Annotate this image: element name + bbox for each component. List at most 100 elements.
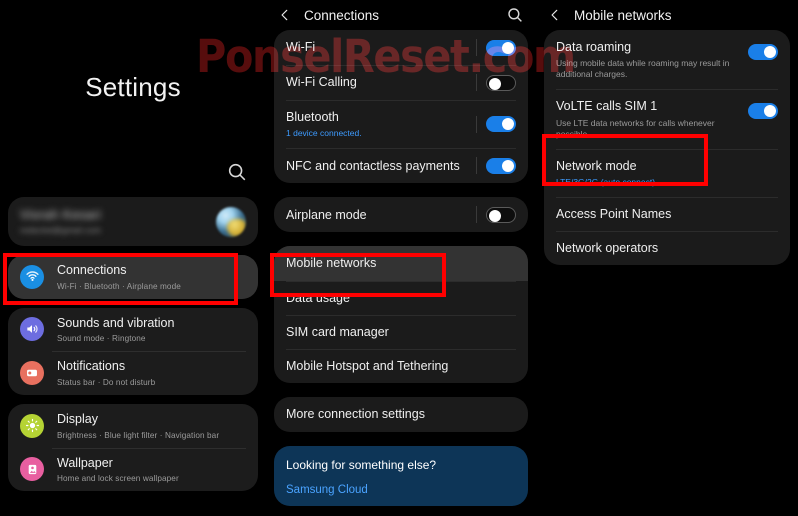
- list-item-bluetooth[interactable]: Bluetooth 1 device connected.: [274, 100, 528, 148]
- settings-group: Display Brightness · Blue light filter ·…: [8, 403, 258, 492]
- speaker-icon: [20, 317, 44, 342]
- search-icon[interactable]: [226, 161, 248, 183]
- connections-card-airplane: Airplane mode: [274, 197, 528, 233]
- list-item-label: Network mode LTE/3G/2G (auto connect): [556, 158, 778, 188]
- wifi-icon: [20, 264, 44, 289]
- list-item-title: Network operators: [556, 241, 659, 256]
- sidebar-item-text: Display Brightness · Blue light filter ·…: [57, 412, 246, 440]
- sidebar-item-connections[interactable]: Connections Wi-Fi · Bluetooth · Airplane…: [8, 255, 258, 299]
- list-item-volte-calls-sim-1[interactable]: VoLTE calls SIM 1 Use LTE data networks …: [544, 89, 790, 148]
- list-item-data-roaming[interactable]: Data roaming Using mobile data while roa…: [544, 30, 790, 89]
- list-item-label: Mobile networks: [286, 255, 516, 271]
- list-item-sim-card-manager[interactable]: SIM card manager: [274, 314, 528, 349]
- divider: [476, 157, 477, 175]
- list-item-label: SIM card manager: [286, 324, 516, 340]
- list-item-title: Data roaming: [556, 40, 632, 54]
- list-item-title: Mobile networks: [286, 256, 377, 271]
- sidebar-item-title: Display: [57, 411, 98, 426]
- promo-card[interactable]: Looking for something else? Samsung Clou…: [274, 445, 528, 506]
- sidebar-item-subtitle: Home and lock screen wallpaper: [57, 474, 179, 484]
- list-item-network-mode[interactable]: Network mode LTE/3G/2G (auto connect): [544, 148, 790, 197]
- list-item-label: Mobile Hotspot and Tethering: [286, 358, 516, 374]
- sidebar-item-subtitle: Brightness · Blue light filter · Navigat…: [57, 430, 220, 440]
- sidebar-item-text: Notifications Status bar · Do not distur…: [57, 359, 246, 387]
- list-item-network-operators[interactable]: Network operators: [544, 231, 790, 265]
- list-item-label: Wi-Fi Calling: [286, 74, 476, 90]
- back-chevron-icon[interactable]: [278, 8, 292, 22]
- back-chevron-icon[interactable]: [548, 8, 562, 22]
- sidebar-item-subtitle: Wi-Fi · Bluetooth · Airplane mode: [57, 281, 181, 291]
- list-item-subtitle: Use LTE data networks for calls whenever…: [556, 117, 715, 139]
- list-item-subtitle: 1 device connected.: [286, 128, 362, 139]
- search-icon[interactable]: [506, 6, 524, 24]
- avatar[interactable]: [216, 206, 246, 237]
- list-item-title: Data usage: [286, 290, 350, 305]
- sidebar-item-wallpaper[interactable]: Wallpaper Home and lock screen wallpaper: [8, 447, 258, 492]
- list-item-title: Wi-Fi: [286, 40, 316, 55]
- toggle-airplane-mode[interactable]: [486, 206, 516, 223]
- connections-title: Connections: [304, 7, 380, 23]
- list-item-label: More connection settings: [286, 406, 516, 422]
- sidebar-item-title: Notifications: [57, 359, 126, 374]
- list-item-title: Wi-Fi Calling: [286, 75, 357, 90]
- divider: [476, 74, 477, 91]
- list-item-access-point-names[interactable]: Access Point Names: [544, 196, 790, 231]
- notification-icon: [20, 361, 44, 386]
- list-item-title: Access Point Names: [556, 206, 672, 221]
- list-item-more-connection-settings[interactable]: More connection settings: [274, 397, 528, 431]
- connections-panel: Connections Wi-Fi Wi-Fi Calling Bluetoot…: [266, 0, 536, 516]
- account-name: Viorah Kesari: [20, 208, 102, 222]
- sidebar-item-text: Sounds and vibration Sound mode · Ringto…: [57, 316, 246, 344]
- list-item-title: SIM card manager: [286, 324, 389, 339]
- list-item-label: Airplane mode: [286, 207, 476, 223]
- toggle-nfc[interactable]: [486, 157, 516, 174]
- list-item-nfc[interactable]: NFC and contactless payments: [274, 148, 528, 183]
- sidebar-item-text: Wallpaper Home and lock screen wallpaper: [57, 456, 246, 484]
- account-text: Viorah Kesari redacted@gmail.com: [20, 208, 216, 235]
- mobile-networks-title: Mobile networks: [574, 7, 672, 23]
- list-item-label: Data usage: [286, 290, 516, 306]
- wallpaper-icon: [20, 457, 44, 482]
- settings-panel: Settings Viorah Kesari redacted@gmail.co…: [0, 0, 266, 516]
- sidebar-item-sounds-and-vibration[interactable]: Sounds and vibration Sound mode · Ringto…: [8, 308, 258, 352]
- list-item-label: NFC and contactless payments: [286, 158, 476, 174]
- list-item-title: Mobile Hotspot and Tethering: [286, 359, 449, 374]
- connections-header: Connections: [266, 0, 536, 30]
- toggle-data-roaming[interactable]: [748, 44, 778, 60]
- page-title: Settings: [85, 72, 181, 102]
- account-email: redacted@gmail.com: [20, 226, 102, 235]
- list-item-title: More connection settings: [286, 407, 425, 422]
- list-item-data-usage[interactable]: Data usage: [274, 280, 528, 315]
- promo-link[interactable]: Samsung Cloud: [286, 484, 516, 496]
- list-item-wifi[interactable]: Wi-Fi: [274, 30, 528, 65]
- list-item-mobile-hotspot-and-tethering[interactable]: Mobile Hotspot and Tethering: [274, 349, 528, 383]
- toggle-volte-calls-sim-1[interactable]: [748, 103, 778, 120]
- connections-card-more: More connection settings: [274, 397, 528, 432]
- list-item-wifi-calling[interactable]: Wi-Fi Calling: [274, 65, 528, 100]
- list-item-title: Network mode: [556, 158, 637, 173]
- settings-group: Connections Wi-Fi · Bluetooth · Airplane…: [8, 255, 258, 299]
- account-card[interactable]: Viorah Kesari redacted@gmail.com: [8, 197, 258, 246]
- sidebar-item-title: Wallpaper: [57, 455, 113, 470]
- connections-card-network: Wi-Fi Wi-Fi Calling Bluetooth 1 device c…: [274, 30, 528, 184]
- sidebar-item-title: Connections: [57, 263, 127, 277]
- sidebar-item-subtitle: Sound mode · Ringtone: [57, 334, 146, 344]
- settings-group: Sounds and vibration Sound mode · Ringto…: [8, 307, 258, 395]
- toggle-wifi[interactable]: [486, 39, 516, 56]
- sidebar-item-notifications[interactable]: Notifications Status bar · Do not distur…: [8, 351, 258, 395]
- list-item-title: NFC and contactless payments: [286, 158, 460, 173]
- divider: [476, 115, 477, 133]
- sidebar-item-display[interactable]: Display Brightness · Blue light filter ·…: [8, 404, 258, 448]
- list-item-mobile-networks[interactable]: Mobile networks: [274, 246, 528, 281]
- list-item-subtitle: Using mobile data while roaming may resu…: [556, 58, 730, 80]
- sidebar-item-title: Sounds and vibration: [57, 315, 175, 330]
- list-item-airplane-mode[interactable]: Airplane mode: [274, 197, 528, 232]
- three-panel-screenshot: Settings Viorah Kesari redacted@gmail.co…: [0, 0, 798, 516]
- mobile-networks-panel: Mobile networks Data roaming Using mobil…: [536, 0, 798, 516]
- toggle-wifi-calling[interactable]: [486, 74, 516, 91]
- divider: [476, 39, 477, 56]
- list-item-label: Network operators: [556, 240, 778, 256]
- promo-title: Looking for something else?: [286, 457, 437, 472]
- list-item-label: Data roaming Using mobile data while roa…: [556, 39, 748, 80]
- toggle-bluetooth[interactable]: [486, 116, 516, 133]
